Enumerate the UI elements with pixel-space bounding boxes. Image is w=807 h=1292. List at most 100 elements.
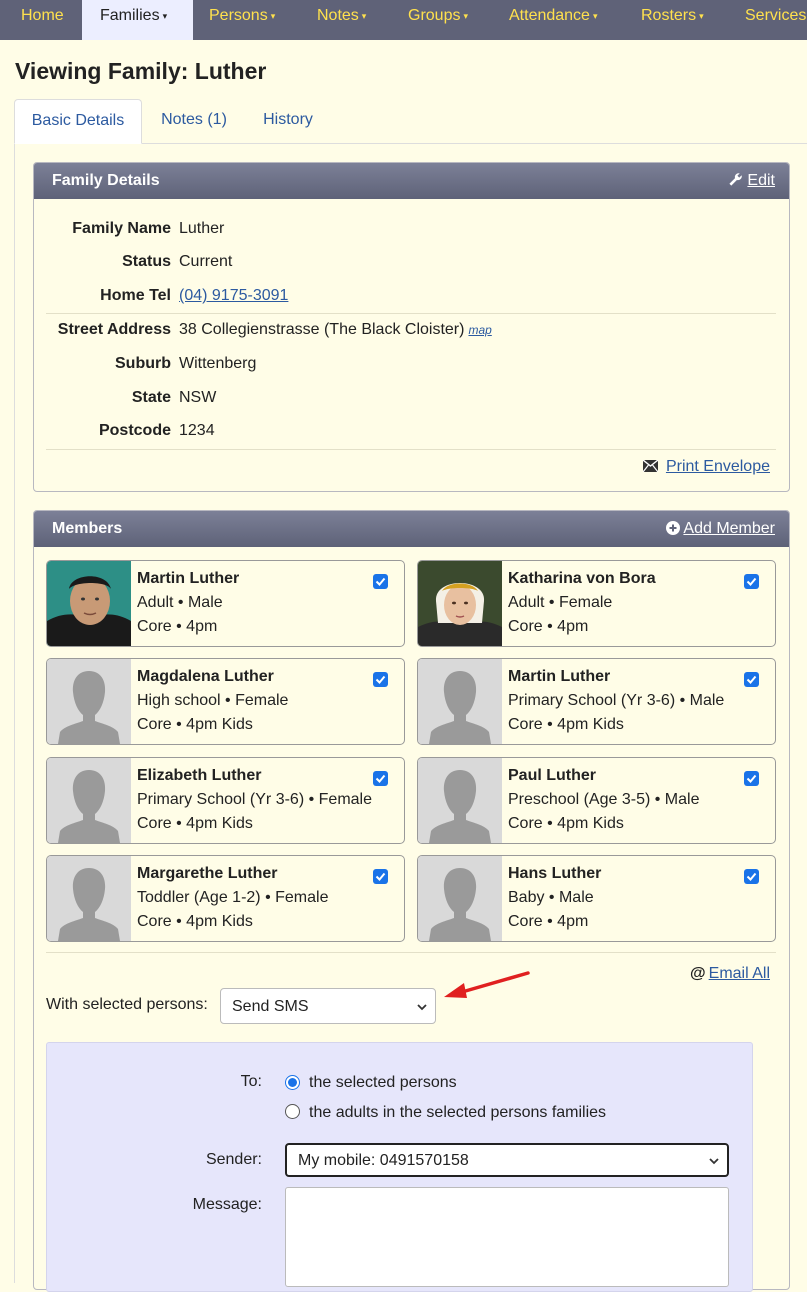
member-age-gender: Adult • Male [137,594,223,611]
nav-notes-label: Notes [317,7,359,25]
member-info: Magdalena Luther High school • Female Core… [137,665,288,737]
member-select-checkbox[interactable] [373,672,388,687]
detail-row-status: Status Current [34,245,789,279]
member-select-checkbox[interactable] [744,574,759,589]
print-envelope-link[interactable]: Print Envelope [643,456,770,478]
member-card[interactable]: Margarethe Luther Toddler (Age 1-2) • Fem… [46,855,405,942]
message-label: Message: [192,1196,262,1213]
member-age-gender: Toddler (Age 1-2) • Female [137,889,329,906]
member-age-gender: Baby • Male [508,889,594,906]
avatar-placeholder-icon [47,758,131,843]
radio-selected-persons-label: the selected persons [309,1074,457,1091]
tab-basic-details[interactable]: Basic Details [14,99,142,144]
bulk-action-select[interactable]: Send SMS [220,988,436,1024]
member-name: Hans Luther [508,865,602,882]
family-name-value: Luther [179,220,225,237]
member-select-checkbox[interactable] [744,869,759,884]
member-name: Paul Luther [508,767,597,784]
top-navbar: Home Families ▾ Persons ▾ Notes ▾ Groups ▾ A… [0,0,807,40]
member-card[interactable]: Elizabeth Luther Primary School (Yr 3-6) … [46,757,405,844]
member-info: Martin Luther Adult • Male Core • 4pm [137,567,239,639]
chevron-down-icon [709,1145,719,1190]
member-photo [47,561,131,646]
sender-value: My mobile: 0491570158 [298,1152,469,1169]
avatar-placeholder-icon [418,758,502,843]
member-card[interactable]: Martin Luther Adult • Male Core • 4pm [46,560,405,647]
nav-groups[interactable]: Groups ▾ [408,0,468,40]
plus-circle-icon [665,521,680,535]
nav-home-label: Home [21,7,64,24]
home-tel-link[interactable]: (04) 9175-3091 [179,279,288,313]
divider [46,449,776,450]
map-link[interactable]: map [468,323,491,337]
edit-family-link[interactable]: Edit [728,163,775,199]
member-select-checkbox[interactable] [744,672,759,687]
member-info: Hans Luther Baby • Male Core • 4pm [508,862,601,934]
nav-families-label: Families [100,7,160,25]
member-congregation: Core • 4pm [508,913,589,930]
nav-persons[interactable]: Persons ▾ [209,0,275,40]
detail-row-family-name: Family Name Luther [34,212,789,246]
member-congregation: Core • 4pm Kids [508,815,624,832]
email-all-link[interactable]: @ Email All [690,965,770,983]
state-value: NSW [179,389,217,406]
members-header: Members Add Member [34,511,789,547]
sender-select[interactable]: My mobile: 0491570158 [285,1143,729,1177]
nav-services[interactable]: Services [745,0,806,40]
member-card[interactable]: Magdalena Luther High school • Female Core… [46,658,405,745]
member-age-gender: Primary School (Yr 3-6) • Female [137,791,372,808]
avatar-placeholder-icon [47,856,131,941]
member-name: Martin Luther [508,668,611,685]
bulk-action-label: With selected persons: [46,996,208,1013]
chevron-down-icon: ▾ [162,11,168,21]
member-age-gender: Primary School (Yr 3-6) • Male [508,692,725,709]
member-select-checkbox[interactable] [373,771,388,786]
nav-rosters[interactable]: Rosters ▾ [641,0,704,40]
envelope-icon [643,459,659,473]
member-age-gender: High school • Female [137,692,289,709]
sender-label: Sender: [205,1151,262,1168]
add-member-link[interactable]: Add Member [665,511,775,547]
member-congregation: Core • 4pm [137,618,218,635]
member-select-checkbox[interactable] [373,574,388,589]
edit-label: Edit [747,172,775,189]
member-select-checkbox[interactable] [744,771,759,786]
bulk-action-value: Send SMS [232,998,309,1015]
tab-notes[interactable]: Notes (1) [150,99,238,144]
nav-attendance[interactable]: Attendance ▾ [509,0,597,40]
message-textarea[interactable] [285,1187,729,1287]
member-name: Martin Luther [137,570,240,587]
email-all-label: Email All [708,965,770,982]
member-card[interactable]: Martin Luther Primary School (Yr 3-6) • M… [417,658,776,745]
chevron-down-icon: ▾ [699,11,704,21]
avatar-placeholder-icon [47,659,131,744]
to-label: To: [240,1073,262,1090]
nav-families[interactable]: Families ▾ [82,0,193,40]
nav-home[interactable]: Home [0,0,82,40]
member-card[interactable]: Hans Luther Baby • Male Core • 4pm [417,855,776,942]
radio-selected-persons[interactable] [285,1075,300,1090]
detail-row-home-tel: Home Tel (04) 9175-3091 [34,279,789,313]
avatar-placeholder-icon [418,856,502,941]
postcode-label: Postcode [98,422,171,439]
chevron-down-icon: ▾ [592,11,598,21]
member-card[interactable]: Paul Luther Preschool (Age 3-5) • Male Cor… [417,757,776,844]
status-label: Status [122,253,171,270]
status-value: Current [179,253,233,270]
member-name: Margarethe Luther [137,865,278,882]
member-info: Margarethe Luther Toddler (Age 1-2) • Fem… [137,862,328,934]
tab-history[interactable]: History [250,99,326,144]
member-age-gender: Preschool (Age 3-5) • Male [508,791,700,808]
member-congregation: Core • 4pm Kids [137,913,253,930]
radio-adults-in-families[interactable] [285,1104,300,1119]
family-details-panel: Family Details Edit Family Name Luther S… [33,162,790,492]
radio-adults-in-families-label: the adults in the selected persons famil… [309,1104,607,1121]
member-card[interactable]: Katharina von Bora Adult • Female Core • 4… [417,560,776,647]
nav-notes[interactable]: Notes ▾ [317,0,366,40]
divider [46,952,776,953]
postcode-value: 1234 [179,422,215,439]
family-details-header: Family Details Edit [34,163,789,199]
member-select-checkbox[interactable] [373,869,388,884]
member-name: Magdalena Luther [137,668,274,685]
member-congregation: Core • 4pm [508,618,589,635]
